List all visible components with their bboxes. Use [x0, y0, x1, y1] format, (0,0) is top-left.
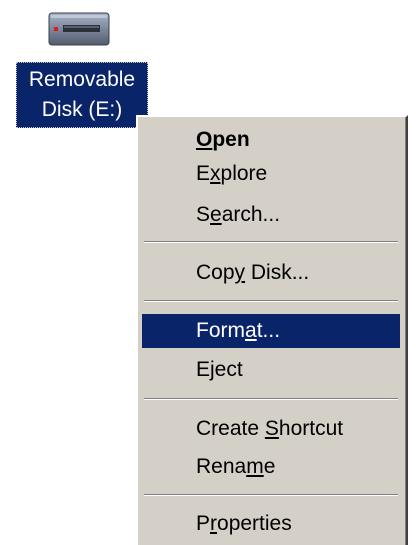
menu-item-search[interactable]: Search...	[142, 198, 400, 232]
menu-item-format[interactable]: Format...	[142, 314, 400, 348]
removable-drive-icon	[48, 12, 110, 46]
context-menu: Open Explore Search... Copy Disk... Form…	[136, 115, 408, 545]
menu-item-properties-label-post: operties	[217, 512, 292, 535]
menu-item-copy-disk-mnemonic: y	[234, 261, 246, 284]
menu-item-create-shortcut-label-pre: Create	[196, 417, 265, 440]
menu-item-explore-mnemonic: x	[210, 162, 221, 185]
menu-item-properties-label-pre: P	[196, 512, 211, 535]
menu-item-explore-label-post: plore	[220, 162, 268, 185]
desktop-icon-label-line2: Disk (E:)	[41, 98, 123, 121]
menu-item-eject[interactable]: Eject	[142, 353, 400, 387]
menu-separator	[144, 300, 398, 302]
desktop-icon-label: Removable Disk (E:)	[16, 62, 148, 128]
menu-item-rename[interactable]: Rename	[142, 450, 400, 484]
menu-item-rename-label-pre: Rena	[196, 455, 247, 478]
menu-item-copy-disk-label-post: Disk...	[245, 261, 310, 284]
menu-separator	[144, 398, 398, 400]
menu-item-open-label-post: pen	[212, 128, 250, 151]
menu-item-properties-mnemonic: r	[210, 512, 218, 535]
menu-item-properties[interactable]: Properties	[142, 507, 400, 541]
removable-disk-desktop-icon[interactable]: Removable Disk (E:)	[16, 8, 150, 128]
menu-item-search-label-pre: S	[196, 203, 211, 226]
menu-item-copy-disk-label-pre: Cop	[196, 261, 235, 284]
menu-item-copy-disk[interactable]: Copy Disk...	[142, 256, 400, 290]
menu-item-open[interactable]: Open	[142, 123, 400, 157]
menu-item-open-mnemonic: O	[196, 128, 213, 151]
menu-separator	[144, 241, 398, 243]
menu-item-search-mnemonic: e	[210, 203, 222, 226]
menu-item-explore-label-pre: E	[196, 162, 211, 185]
menu-item-format-label-pre: Form	[196, 319, 245, 342]
menu-item-create-shortcut-label-post: hortcut	[278, 417, 344, 440]
menu-item-rename-mnemonic: m	[246, 455, 264, 478]
desktop-icon-label-line1: Removable	[28, 68, 136, 91]
menu-separator	[144, 494, 398, 496]
menu-item-format-mnemonic: a	[245, 319, 257, 342]
menu-item-explore[interactable]: Explore	[142, 157, 400, 191]
menu-item-eject-label: Eject	[196, 358, 243, 381]
menu-item-create-shortcut[interactable]: Create Shortcut	[142, 412, 400, 446]
menu-item-create-shortcut-mnemonic: S	[264, 417, 279, 440]
menu-item-rename-label-post: e	[263, 455, 276, 478]
menu-item-search-label-post: arch...	[221, 203, 281, 226]
menu-item-format-label-post: t...	[256, 319, 281, 342]
